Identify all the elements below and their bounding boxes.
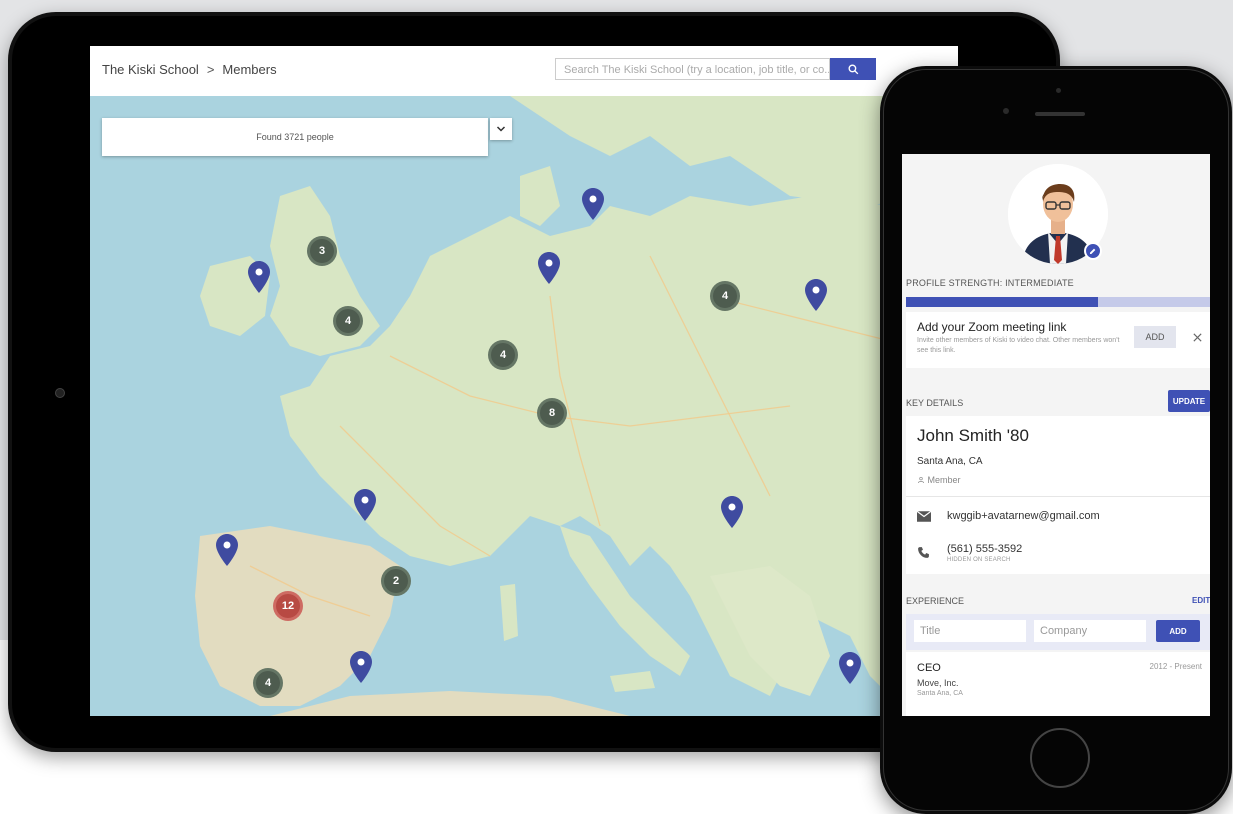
zoom-prompt-card: Add your Zoom meeting link Invite other …	[906, 312, 1210, 368]
chevron-down-icon	[496, 126, 506, 132]
edit-avatar-button[interactable]	[1084, 242, 1102, 260]
person-icon	[918, 477, 924, 484]
experience-dates: 2012 - Present	[1149, 662, 1202, 671]
map-pin-icon[interactable]	[805, 279, 827, 311]
search-input[interactable]: Search The Kiski School (try a location,…	[555, 58, 830, 80]
profile-name: John Smith '80	[917, 426, 1029, 445]
experience-heading: EXPERIENCE	[906, 596, 965, 606]
breadcrumb: The Kiski School > Members	[102, 62, 277, 77]
experience-company-input[interactable]: Company	[1034, 620, 1146, 642]
profile-role-text: Member	[927, 475, 961, 485]
zoom-dismiss-button[interactable]	[1188, 326, 1206, 348]
home-button[interactable]	[1030, 728, 1090, 788]
map-cluster[interactable]: 12	[273, 591, 303, 621]
key-details-card: John Smith '80 Santa Ana, CA Member kwgg…	[906, 416, 1210, 574]
map-cluster[interactable]: 4	[488, 340, 518, 370]
profile-screen: PROFILE STRENGTH: INTERMEDIATE Add your …	[902, 154, 1210, 716]
card-divider	[906, 496, 1210, 497]
breadcrumb-page: Members	[222, 62, 277, 77]
close-icon	[1192, 332, 1202, 342]
map-pin-icon[interactable]	[354, 489, 376, 521]
experience-edit-link[interactable]: EDIT	[1192, 596, 1210, 605]
map-pin-icon[interactable]	[538, 252, 560, 284]
profile-location: Santa Ana, CA	[917, 456, 983, 467]
map-pin-icon[interactable]	[216, 534, 238, 566]
experience-add-button[interactable]: ADD	[1156, 620, 1200, 642]
phone-device: PROFILE STRENGTH: INTERMEDIATE Add your …	[880, 66, 1232, 814]
top-bar: The Kiski School > Members Search The Kisk…	[90, 46, 958, 97]
experience-location: Santa Ana, CA	[917, 690, 963, 697]
phone-visibility-note: HIDDEN ON SEARCH	[947, 557, 1011, 563]
phone-row[interactable]: (561) 555-3592 HIDDEN ON SEARCH	[917, 543, 1022, 563]
profile-email[interactable]: kwggib+avatarnew@gmail.com	[947, 510, 1100, 522]
results-count: Found 3721 people	[102, 118, 488, 156]
update-button[interactable]: UPDATE	[1168, 390, 1210, 412]
search-icon	[847, 63, 858, 74]
map-pin-icon[interactable]	[839, 652, 861, 684]
phone-icon	[918, 547, 929, 558]
phone-details: (561) 555-3592 HIDDEN ON SEARCH	[947, 543, 1022, 563]
phone-camera	[1003, 108, 1009, 114]
zoom-prompt-title: Add your Zoom meeting link	[917, 320, 1067, 334]
members-map[interactable]: Found 3721 people 3 4 4 4 8 2 12 4	[90, 96, 958, 716]
profile-role: Member	[917, 475, 961, 485]
experience-title-input[interactable]: Title	[914, 620, 1026, 642]
experience-form: Title Company ADD	[906, 614, 1210, 650]
tablet-camera	[55, 388, 65, 398]
map-pin-icon[interactable]	[582, 188, 604, 220]
results-toggle-button[interactable]	[490, 118, 512, 140]
zoom-prompt-description: Invite other members of Kiski to video c…	[917, 337, 1120, 354]
phone-speaker	[1035, 112, 1085, 116]
breadcrumb-separator: >	[206, 62, 215, 77]
map-tiles	[195, 96, 958, 716]
experience-title: CEO	[917, 662, 941, 674]
pencil-icon	[1090, 248, 1096, 254]
breadcrumb-school[interactable]: The Kiski School	[102, 62, 199, 77]
search-button[interactable]	[830, 58, 876, 80]
key-details-heading: KEY DETAILS	[906, 398, 964, 408]
profile-strength-label: PROFILE STRENGTH: INTERMEDIATE	[906, 278, 1074, 288]
map-cluster[interactable]: 3	[307, 236, 337, 266]
tablet-screen: The Kiski School > Members Search The Kisk…	[90, 46, 958, 716]
map-cluster[interactable]: 2	[381, 566, 411, 596]
map-cluster[interactable]: 4	[710, 281, 740, 311]
map-pin-icon[interactable]	[721, 496, 743, 528]
experience-item[interactable]: CEO 2012 - Present Move, Inc. Santa Ana,…	[906, 652, 1210, 716]
phone-sensor	[1056, 88, 1061, 93]
profile-phone[interactable]: (561) 555-3592	[947, 543, 1022, 555]
email-row[interactable]: kwggib+avatarnew@gmail.com	[917, 510, 1100, 522]
map-cluster[interactable]: 4	[253, 668, 283, 698]
map-cluster[interactable]: 4	[333, 306, 363, 336]
map-pin-icon[interactable]	[248, 261, 270, 293]
map-pin-icon[interactable]	[350, 651, 372, 683]
experience-company: Move, Inc.	[917, 678, 959, 688]
profile-strength-fill	[906, 297, 1098, 307]
email-icon	[917, 510, 931, 522]
profile-strength-bar	[906, 297, 1210, 307]
map-cluster[interactable]: 8	[537, 398, 567, 428]
zoom-add-button[interactable]: ADD	[1134, 326, 1176, 348]
